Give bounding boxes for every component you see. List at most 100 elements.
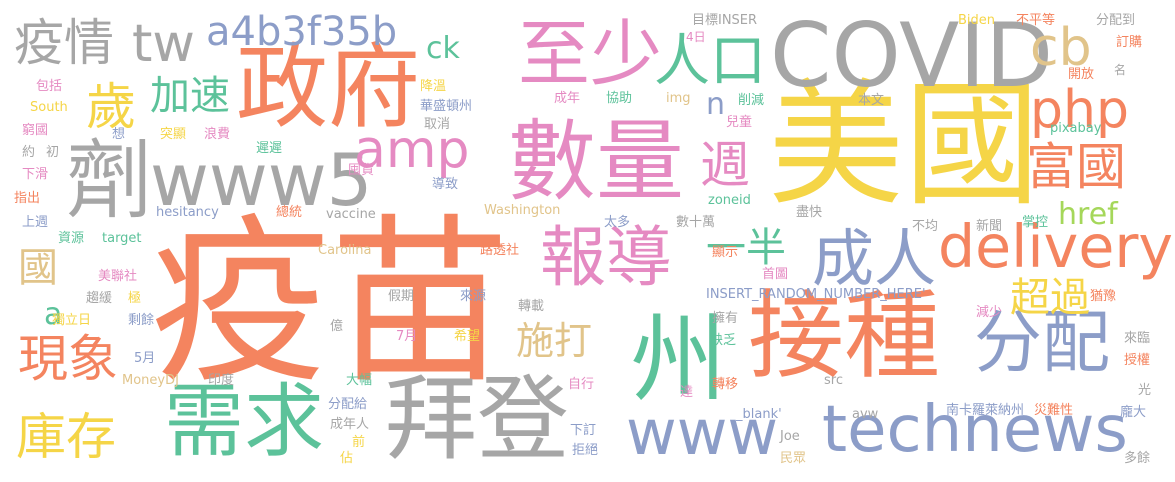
- word: 至少: [518, 12, 663, 96]
- word: pixabay: [1050, 121, 1102, 136]
- word: 總統: [276, 205, 303, 220]
- word: 剩餘: [128, 313, 155, 328]
- word: 7月: [396, 329, 418, 344]
- word: n: [706, 87, 726, 122]
- word: 劑: [66, 131, 152, 231]
- word: 名: [1114, 63, 1127, 77]
- word: 降溫: [420, 79, 447, 94]
- word: 窮國: [22, 123, 49, 138]
- word: 光: [1138, 383, 1152, 398]
- word: src: [824, 373, 843, 388]
- word: 民眾: [780, 451, 807, 466]
- word: 數十萬: [676, 215, 716, 230]
- word-cloud: 疫苗 美國 州 接種 數量 COVID 政府 拜登 需求 報導 劑 www5 至…: [0, 0, 1175, 482]
- word: 成人: [812, 222, 937, 295]
- word: 包括: [36, 79, 63, 94]
- word: 獨立日: [52, 313, 92, 328]
- word: hesitancy: [156, 205, 219, 220]
- word: 加速: [150, 73, 230, 119]
- word: 龐大: [1120, 405, 1147, 420]
- word: 現象: [18, 330, 118, 388]
- word: 缺乏: [710, 333, 737, 348]
- word: 庫存: [16, 408, 116, 466]
- word: 本文: [858, 93, 885, 108]
- word: delivery: [938, 212, 1174, 282]
- word: 拜登: [385, 366, 570, 473]
- word: 猶豫: [1090, 289, 1117, 304]
- word: 華盛頓州: [420, 99, 473, 114]
- word: 國: [18, 245, 58, 291]
- word: 大幅: [346, 373, 373, 388]
- word: 顯示: [712, 245, 739, 260]
- word: 多餘: [1124, 451, 1151, 466]
- word: 浪費: [204, 127, 231, 142]
- word: 分配給: [328, 397, 368, 412]
- word: 達: [680, 385, 694, 400]
- word: 下滑: [22, 167, 49, 182]
- word: 施打: [516, 319, 593, 363]
- word: 開放: [1068, 67, 1095, 82]
- word: COVID: [770, 4, 1054, 107]
- word: 超過: [1010, 275, 1090, 321]
- word: Biden: [958, 13, 996, 28]
- word: 前: [352, 435, 366, 450]
- word: Carolina: [318, 243, 372, 258]
- word: 下訂: [570, 423, 597, 438]
- word: 印度: [208, 373, 235, 388]
- word: 拒絕: [572, 443, 599, 458]
- word: INSERT_RANDOM_NUMBER_HERE': [706, 287, 926, 302]
- word: 4日: [686, 30, 706, 44]
- word: 新聞: [976, 219, 1003, 234]
- word: 富國: [1026, 138, 1126, 196]
- word: 佔: [340, 451, 354, 466]
- word: 授權: [1124, 353, 1151, 368]
- word: Washington: [484, 203, 561, 218]
- word: 成年人: [330, 417, 370, 432]
- word: 上週: [22, 215, 49, 230]
- word: 州: [614, 308, 726, 404]
- word: 來源: [460, 289, 487, 304]
- word: 導致: [432, 177, 459, 192]
- word: 想: [112, 127, 126, 142]
- word: South: [30, 100, 68, 115]
- word: 報導: [540, 219, 672, 296]
- word: 約: [22, 145, 36, 160]
- word: 路透社: [480, 243, 520, 258]
- word: 轉載: [518, 299, 545, 314]
- word: 希望: [454, 329, 481, 344]
- word: 擁有: [712, 311, 739, 326]
- word: 初: [46, 145, 60, 160]
- word: 歲: [86, 78, 136, 136]
- word: 數量: [508, 110, 685, 213]
- word: 極: [128, 291, 142, 306]
- word: 不平等: [1016, 13, 1056, 28]
- word: 囤貨: [348, 163, 375, 178]
- word: ck: [426, 31, 460, 66]
- word: _blank': [736, 407, 782, 422]
- word: 假期: [388, 289, 415, 304]
- word: 資源: [58, 231, 85, 246]
- word: 億: [330, 319, 344, 334]
- word: 需求: [164, 375, 324, 468]
- word: 分配到: [1096, 13, 1136, 28]
- word: 趨緩: [86, 291, 113, 306]
- word: 盡快: [796, 205, 823, 220]
- word: 協助: [606, 91, 633, 106]
- word: target: [102, 231, 142, 246]
- word: Joe: [780, 429, 800, 444]
- word: 接種: [748, 280, 940, 392]
- word: 週: [700, 136, 750, 194]
- word: href: [1058, 197, 1118, 232]
- word: 人口: [654, 29, 766, 94]
- word: 5月: [134, 351, 156, 366]
- word: MoneyDJ: [122, 373, 179, 388]
- word: 自行: [568, 377, 595, 392]
- word: img: [666, 91, 691, 106]
- word: 太多: [604, 215, 631, 230]
- word: 轉移: [712, 377, 739, 392]
- word: 首圖: [762, 267, 789, 282]
- word: 疫情: [14, 14, 114, 72]
- word: 南卡羅萊納州: [946, 403, 1025, 418]
- word: 掌控: [1022, 215, 1049, 230]
- word: 來臨: [1124, 331, 1151, 346]
